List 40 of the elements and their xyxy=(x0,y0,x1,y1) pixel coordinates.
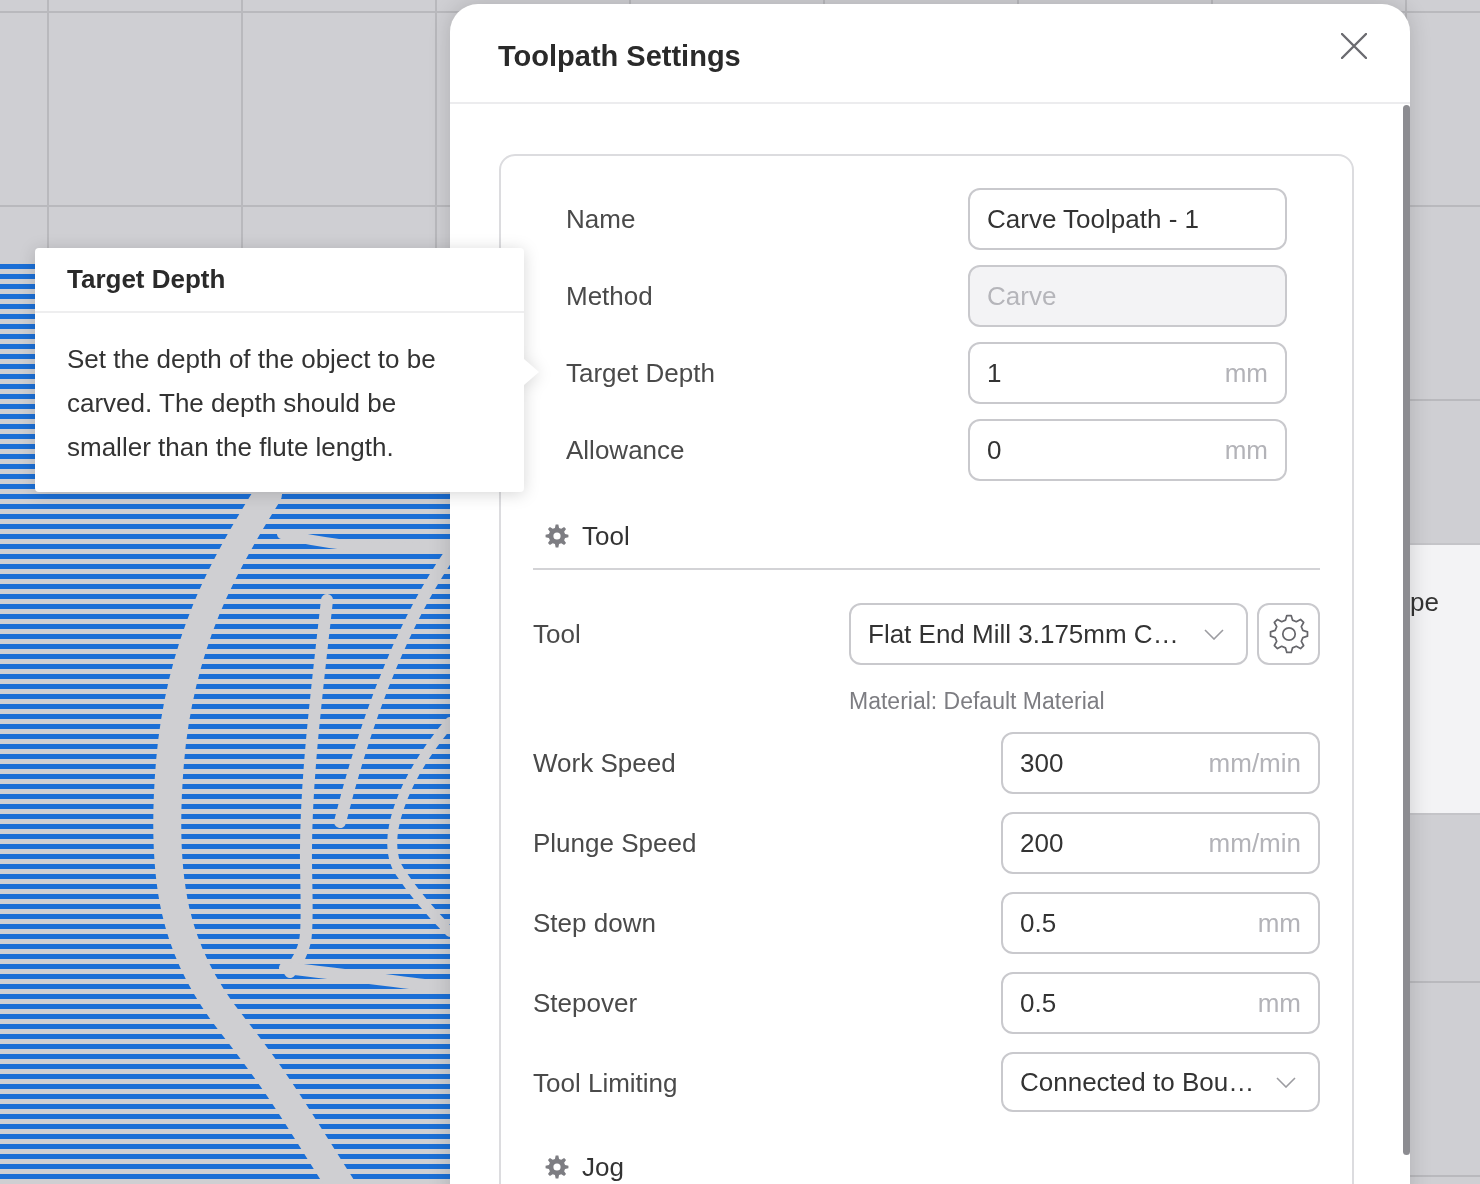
field-label: Allowance xyxy=(566,435,685,465)
unit-label: mm xyxy=(1257,907,1301,939)
unit-label: mm/min xyxy=(1208,827,1301,859)
input-field[interactable]: 200 mm/min xyxy=(1001,812,1320,874)
input-field[interactable]: 0.5 mm xyxy=(1001,892,1320,954)
chevron-down-icon xyxy=(1204,628,1224,640)
field-label: Target Depth xyxy=(566,358,715,388)
field-label: Work Speed xyxy=(533,748,676,778)
field-label: Tool Limiting xyxy=(533,1068,678,1098)
field-label: Tool xyxy=(533,619,581,649)
section-title: Tool xyxy=(582,523,630,549)
dropdown[interactable]: Connected to Bou… xyxy=(1001,1052,1320,1112)
input-field[interactable]: 1 mm xyxy=(968,342,1287,404)
field-label: Method xyxy=(566,281,653,311)
input-field[interactable]: 0.5 mm xyxy=(1001,972,1320,1034)
tooltip-text: Set the depth of the object to be carved. The depth should be smaller than the flute length. xyxy=(67,343,437,464)
unit-label: mm xyxy=(1224,434,1268,466)
close-icon xyxy=(1341,33,1367,59)
gear-icon xyxy=(545,1155,569,1179)
chevron-down-icon xyxy=(1276,1076,1296,1088)
tool-settings-button[interactable] xyxy=(1257,603,1320,665)
field-label: Stepover xyxy=(533,988,638,1018)
field-label: Name xyxy=(566,204,636,234)
dropdown[interactable]: Flat End Mill 3.175mm C… xyxy=(849,603,1248,665)
input-field[interactable]: Carve Toolpath - 1 xyxy=(968,188,1287,250)
panel-label: pe xyxy=(1410,587,1439,617)
tooltip-title: Target Depth xyxy=(67,266,226,293)
field-label: Plunge Speed xyxy=(533,828,697,858)
dialog-title: Toolpath Settings xyxy=(498,39,741,73)
gear-icon xyxy=(545,524,569,548)
scrollbar-thumb[interactable] xyxy=(1403,105,1410,1155)
unit-label: mm/min xyxy=(1208,747,1301,779)
input-field[interactable]: 0 mm xyxy=(968,419,1287,481)
material-note: Material: Default Material xyxy=(849,688,1105,714)
unit-label: mm xyxy=(1257,987,1301,1019)
field-label: Step down xyxy=(533,908,656,938)
settings-icon xyxy=(1267,613,1310,655)
unit-label: mm xyxy=(1224,357,1268,389)
input-field[interactable]: 300 mm/min xyxy=(1001,732,1320,794)
section-title: Jog xyxy=(582,1154,624,1180)
